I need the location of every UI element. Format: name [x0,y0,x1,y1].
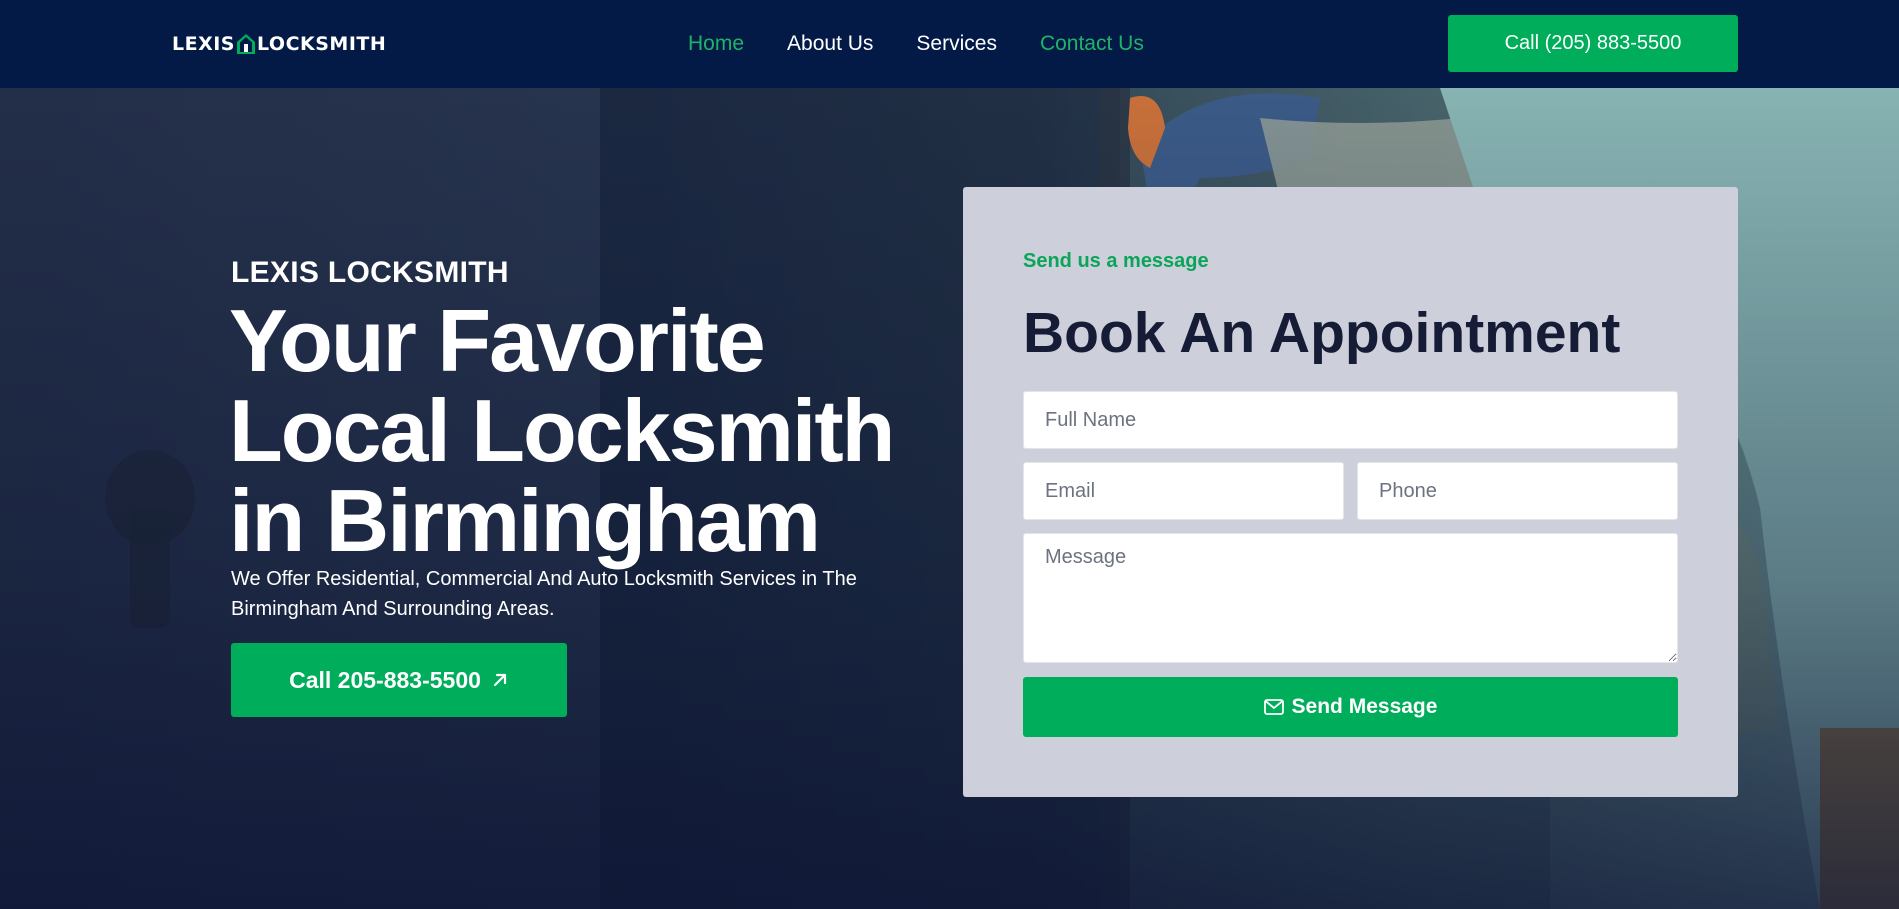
send-message-button[interactable]: Send Message [1023,677,1678,737]
appointment-form-card: Send us a message Book An Appointment Se… [963,187,1738,797]
headline-line-2: Local Locksmith [229,381,895,480]
nav-links: Home About Us Services Contact Us [688,30,1144,58]
nav-link-contact-us[interactable]: Contact Us [1040,30,1144,58]
logo-text-right: LOCKSMITH [257,33,387,55]
phone-input[interactable] [1357,462,1678,520]
headline-line-1: Your Favorite [229,291,766,390]
message-textarea[interactable] [1023,533,1678,663]
site-logo[interactable]: LEXIS LOCKSMITH [172,31,386,57]
hero-call-button[interactable]: Call 205-883-5500 [231,643,567,717]
envelope-icon [1263,699,1284,715]
arrow-up-right-icon [493,673,507,687]
hero-call-label: Call 205-883-5500 [289,666,481,693]
hero-subtext: We Offer Residential, Commercial And Aut… [231,568,857,620]
nav-link-home[interactable]: Home [688,30,744,58]
hero-headline: Your Favorite Local Locksmith in Birming… [229,296,949,566]
send-message-label: Send Message [1291,695,1438,718]
form-title: Book An Appointment [1023,301,1621,365]
nav-link-about-us[interactable]: About Us [787,30,873,58]
logo-text-left: LEXIS [172,33,235,55]
house-icon [237,34,255,54]
nav-link-services[interactable]: Services [916,30,997,58]
email-input[interactable] [1023,462,1344,520]
form-eyebrow: Send us a message [1023,250,1209,272]
hero-eyebrow: LEXIS LOCKSMITH [231,256,509,289]
top-navbar: LEXIS LOCKSMITH Home About Us Services C… [0,0,1899,88]
headline-line-3: in Birmingham [229,471,821,570]
full-name-input[interactable] [1023,391,1678,449]
nav-call-button[interactable]: Call (205) 883-5500 [1448,15,1738,72]
